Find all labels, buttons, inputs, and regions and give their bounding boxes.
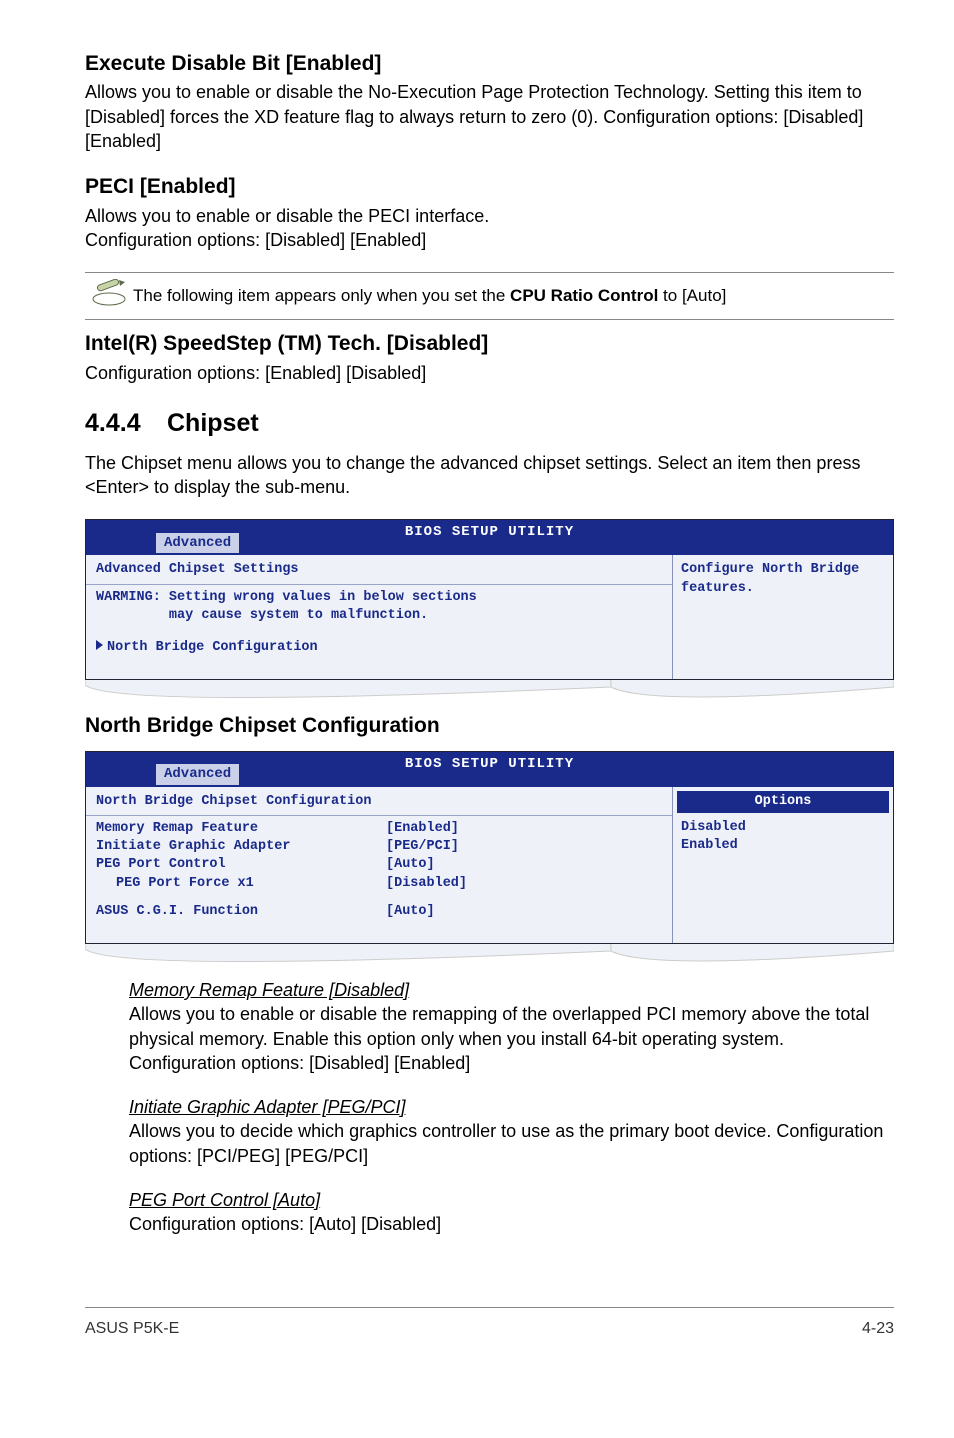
note-bold: CPU Ratio Control — [510, 286, 658, 305]
nbcc-title: North Bridge Chipset Configuration — [85, 712, 894, 740]
options-header: Options — [677, 791, 889, 813]
row-val: [Enabled] — [386, 820, 459, 838]
bios-body: Advanced Chipset Settings WARMING: Setti… — [85, 555, 894, 680]
graphic-adapter-para: Initiate Graphic Adapter [PEG/PCI] Allow… — [129, 1095, 894, 1168]
bios-help-text: Configure North Bridge features. — [681, 561, 885, 597]
note-pre: The following item appears only when you… — [133, 286, 510, 305]
peg-port-para: PEG Port Control [Auto] Configuration op… — [129, 1188, 894, 1237]
note-post: to [Auto] — [658, 286, 726, 305]
panel-curve — [85, 680, 894, 698]
bios-row-graphic-adapter[interactable]: Initiate Graphic Adapter[PEG/PCI] — [96, 838, 662, 856]
peg-port-body: Configuration options: [Auto] [Disabled] — [129, 1214, 441, 1234]
chipset-title: Chipset — [167, 409, 259, 437]
bios-row-peg-control[interactable]: PEG Port Control[Auto] — [96, 856, 662, 874]
row-key: Memory Remap Feature — [96, 820, 386, 838]
bios-header-2: BIOS SETUP UTILITY Advanced — [85, 751, 894, 787]
peci-title: PECI [Enabled] — [85, 173, 894, 201]
bios-row-asus-cgi[interactable]: ASUS C.G.I. Function[Auto] — [96, 903, 662, 921]
chipset-intro: The Chipset menu allows you to change th… — [85, 451, 894, 500]
mem-remap-body: Allows you to enable or disable the rema… — [129, 1004, 869, 1073]
option-enabled[interactable]: Enabled — [681, 837, 885, 855]
exec-disable-title: Execute Disable Bit [Enabled] — [85, 50, 894, 78]
descriptions-block: Memory Remap Feature [Disabled] Allows y… — [129, 978, 894, 1237]
bios-row-peg-force[interactable]: PEG Port Force x1[Disabled] — [96, 875, 662, 893]
row-val: [Auto] — [386, 903, 435, 921]
row-key: ASUS C.G.I. Function — [96, 903, 386, 921]
bios-tab-advanced-2[interactable]: Advanced — [156, 764, 239, 785]
page-footer: ASUS P5K-E 4-23 — [85, 1307, 894, 1340]
chipset-heading: 4.4.4Chipset — [85, 407, 894, 441]
bios-tab-advanced[interactable]: Advanced — [156, 533, 239, 554]
mem-remap-title: Memory Remap Feature [Disabled] — [129, 980, 409, 1000]
bios-panel-north-bridge: BIOS SETUP UTILITY Advanced North Bridge… — [85, 751, 894, 962]
bios-row-memory-remap[interactable]: Memory Remap Feature[Enabled] — [96, 820, 662, 838]
bios-body-2: North Bridge Chipset Configuration Memor… — [85, 787, 894, 944]
bios-left-pane: Advanced Chipset Settings WARMING: Setti… — [86, 555, 673, 679]
row-val: [Auto] — [386, 856, 435, 874]
bios-help-pane: Configure North Bridge features. — [673, 555, 893, 679]
footer-left: ASUS P5K-E — [85, 1318, 179, 1340]
speedstep-body: Configuration options: [Enabled] [Disabl… — [85, 361, 894, 385]
bios-panel-advanced: BIOS SETUP UTILITY Advanced Advanced Chi… — [85, 519, 894, 698]
pencil-icon — [85, 279, 133, 313]
speedstep-title: Intel(R) SpeedStep (TM) Tech. [Disabled] — [85, 330, 894, 358]
footer-right: 4-23 — [862, 1318, 894, 1340]
note-row: The following item appears only when you… — [85, 272, 894, 320]
bios-item-label: North Bridge Configuration — [107, 640, 318, 655]
row-val: [PEG/PCI] — [386, 838, 459, 856]
bios-options-pane: Options Disabled Enabled — [673, 787, 893, 943]
bios-left-heading-2: North Bridge Chipset Configuration — [96, 793, 662, 811]
row-val: [Disabled] — [386, 875, 467, 893]
bios-item-north-bridge[interactable]: North Bridge Configuration — [96, 639, 662, 657]
row-key: PEG Port Control — [96, 856, 386, 874]
mem-remap-para: Memory Remap Feature [Disabled] Allows y… — [129, 978, 894, 1075]
graphic-adapter-body: Allows you to decide which graphics cont… — [129, 1121, 883, 1165]
note-text: The following item appears only when you… — [133, 285, 894, 308]
page: Execute Disable Bit [Enabled] Allows you… — [0, 0, 954, 1379]
option-disabled[interactable]: Disabled — [681, 819, 885, 837]
bios-warning-1: WARMING: Setting wrong values in below s… — [96, 589, 662, 607]
peg-port-title: PEG Port Control [Auto] — [129, 1190, 320, 1210]
exec-disable-body: Allows you to enable or disable the No-E… — [85, 80, 894, 153]
bios-header: BIOS SETUP UTILITY Advanced — [85, 519, 894, 555]
bios-left-pane-2: North Bridge Chipset Configuration Memor… — [86, 787, 673, 943]
triangle-right-icon — [96, 640, 103, 650]
graphic-adapter-title: Initiate Graphic Adapter [PEG/PCI] — [129, 1097, 405, 1117]
panel-curve-2 — [85, 944, 894, 962]
row-key: PEG Port Force x1 — [96, 875, 386, 893]
chipset-num: 4.4.4 — [85, 407, 167, 441]
peci-body: Allows you to enable or disable the PECI… — [85, 204, 894, 253]
row-key: Initiate Graphic Adapter — [96, 838, 386, 856]
bios-warning-2: may cause system to malfunction. — [96, 607, 662, 625]
bios-left-heading: Advanced Chipset Settings — [96, 561, 662, 579]
